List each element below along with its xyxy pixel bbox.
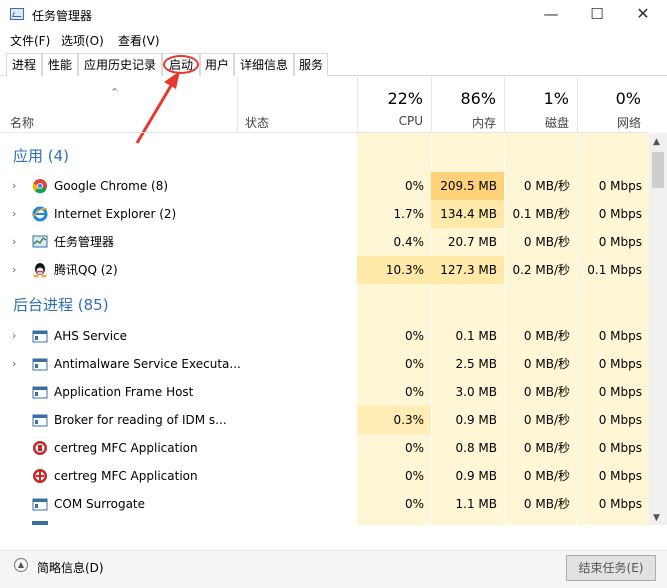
tab-details[interactable]: 详细信息 <box>234 53 294 76</box>
status-column-header[interactable]: 状态 <box>237 77 357 133</box>
service-icon <box>32 358 48 371</box>
scroll-up-arrow-icon[interactable]: ▲ <box>653 137 660 147</box>
process-row[interactable]: › Internet Explorer (2) 1.7% 134.4 MB 0.… <box>0 200 649 228</box>
memory-column-header[interactable]: 86% 内存 <box>431 77 504 133</box>
process-row[interactable]: › AHS Service 0% 0.1 MB 0 MB/秒 0 Mbps <box>0 322 649 350</box>
menu-file[interactable]: 文件(F) <box>10 32 50 49</box>
service-icon <box>32 330 48 343</box>
task-manager-app-icon <box>10 8 24 20</box>
qq-icon <box>33 263 47 278</box>
expand-chevron-icon[interactable]: › <box>12 228 16 256</box>
maximize-button[interactable]: ☐ <box>574 0 620 30</box>
scroll-thumb[interactable] <box>652 152 664 188</box>
expand-chevron-icon[interactable]: › <box>12 350 16 378</box>
expand-chevron-icon[interactable]: › <box>12 256 16 284</box>
service-icon <box>32 498 48 511</box>
window-title: 任务管理器 <box>32 9 93 23</box>
footer-bar: ▲ 简略信息(D) 结束任务(E) <box>0 550 667 588</box>
minimize-button[interactable]: — <box>528 0 574 30</box>
column-header: ⌃ 名称 状态 22% CPU 86% 内存 1% 磁盘 0% 网络 <box>0 77 649 133</box>
process-row[interactable]: certreg MFC Application 0% 0.8 MB 0 MB/秒… <box>0 434 649 462</box>
menu-view[interactable]: 查看(V) <box>118 32 160 49</box>
process-row[interactable]: › 任务管理器 0.4% 20.7 MB 0 MB/秒 0 Mbps <box>0 228 649 256</box>
process-row[interactable]: › Google Chrome (8) 0% 209.5 MB 0 MB/秒 0… <box>0 172 649 200</box>
chrome-icon <box>32 179 47 194</box>
certreg-icon <box>33 469 47 483</box>
expand-chevron-icon[interactable]: › <box>12 172 16 200</box>
tab-bar: 进程 性能 应用历史记录 启动 用户 详细信息 服务 <box>0 53 667 77</box>
ie-icon <box>32 206 48 222</box>
collapse-chevron-icon[interactable]: ▲ <box>14 558 28 572</box>
process-row[interactable]: Application Frame Host 0% 3.0 MB 0 MB/秒 … <box>0 378 649 406</box>
process-row[interactable]: › Antimalware Service Executa... 0% 2.5 … <box>0 350 649 378</box>
expand-chevron-icon[interactable]: › <box>12 200 16 228</box>
process-row[interactable]: certreg MFC Application 0% 0.9 MB 0 MB/秒… <box>0 462 649 490</box>
less-details-link[interactable]: 简略信息(D) <box>37 559 104 576</box>
menu-bar: 文件(F) 选项(O) 查看(V) <box>0 30 667 50</box>
cpu-column-header[interactable]: 22% CPU <box>357 77 431 133</box>
sort-chevron-icon: ⌃ <box>110 86 120 99</box>
vertical-scrollbar[interactable]: ▲ ▼ <box>649 133 667 525</box>
expand-chevron-icon[interactable]: › <box>12 322 16 350</box>
process-list: 应用 (4) › Google Chrome (8) 0% 209.5 MB 0… <box>0 133 649 525</box>
tab-performance[interactable]: 性能 <box>42 53 78 76</box>
process-row[interactable]: COM Surrogate 0% 1.1 MB 0 MB/秒 0 Mbps <box>0 490 649 518</box>
process-row[interactable]: › 腾讯QQ (2) 10.3% 127.3 MB 0.2 MB/秒 0.1 M… <box>0 256 649 284</box>
service-icon <box>32 386 48 399</box>
end-task-button[interactable]: 结束任务(E) <box>566 555 656 581</box>
scroll-down-arrow-icon[interactable]: ▼ <box>653 513 660 523</box>
list-bottom-gap <box>0 525 649 550</box>
tab-users[interactable]: 用户 <box>200 53 234 76</box>
annotation-circle <box>163 55 199 74</box>
group-header-background: 后台进程 (85) <box>13 296 109 314</box>
menu-options[interactable]: 选项(O) <box>61 32 104 49</box>
tab-processes[interactable]: 进程 <box>6 53 42 77</box>
title-bar: 任务管理器 — ☐ ✕ <box>0 0 667 30</box>
tab-services[interactable]: 服务 <box>294 53 328 76</box>
service-icon <box>32 414 48 427</box>
name-column-header[interactable]: ⌃ 名称 <box>0 77 237 133</box>
close-button[interactable]: ✕ <box>620 0 666 30</box>
task-manager-icon <box>32 235 48 248</box>
disk-column-header[interactable]: 1% 磁盘 <box>504 77 577 133</box>
tab-app-history[interactable]: 应用历史记录 <box>78 53 162 76</box>
group-header-apps: 应用 (4) <box>13 147 70 165</box>
network-column-header[interactable]: 0% 网络 <box>577 77 649 133</box>
process-row[interactable]: Broker for reading of IDM s... 0.3% 0.9 … <box>0 406 649 434</box>
certreg-icon <box>33 441 47 455</box>
